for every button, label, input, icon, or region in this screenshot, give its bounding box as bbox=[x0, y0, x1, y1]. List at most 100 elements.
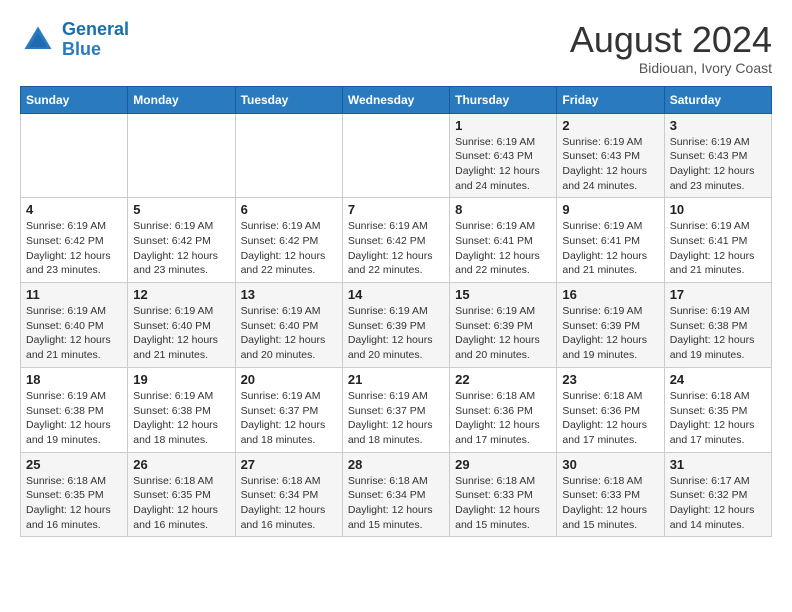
logo: General Blue bbox=[20, 20, 129, 60]
calendar-cell: 28 Sunrise: 6:18 AMSunset: 6:34 PMDayligh… bbox=[342, 452, 449, 537]
day-info: Sunrise: 6:18 AMSunset: 6:35 PMDaylight:… bbox=[26, 474, 122, 533]
header-row: SundayMondayTuesdayWednesdayThursdayFrid… bbox=[21, 86, 772, 113]
calendar-cell bbox=[342, 113, 449, 198]
day-number: 16 bbox=[562, 287, 658, 302]
month-title: August 2024 bbox=[570, 20, 772, 60]
day-number: 9 bbox=[562, 202, 658, 217]
header-day-thursday: Thursday bbox=[450, 86, 557, 113]
day-number: 4 bbox=[26, 202, 122, 217]
calendar-cell: 21 Sunrise: 6:19 AMSunset: 6:37 PMDayligh… bbox=[342, 367, 449, 452]
day-number: 18 bbox=[26, 372, 122, 387]
week-row-2: 11 Sunrise: 6:19 AMSunset: 6:40 PMDayligh… bbox=[21, 283, 772, 368]
calendar-cell: 12 Sunrise: 6:19 AMSunset: 6:40 PMDayligh… bbox=[128, 283, 235, 368]
calendar-cell: 6Sunrise: 6:19 AMSunset: 6:42 PMDaylight… bbox=[235, 198, 342, 283]
day-number: 20 bbox=[241, 372, 337, 387]
day-info: Sunrise: 6:18 AMSunset: 6:36 PMDaylight:… bbox=[455, 389, 551, 448]
day-info: Sunrise: 6:19 AMSunset: 6:37 PMDaylight:… bbox=[348, 389, 444, 448]
day-info: Sunrise: 6:19 AMSunset: 6:40 PMDaylight:… bbox=[241, 304, 337, 363]
day-info: Sunrise: 6:19 AMSunset: 6:40 PMDaylight:… bbox=[133, 304, 229, 363]
header-day-saturday: Saturday bbox=[664, 86, 771, 113]
calendar-table: SundayMondayTuesdayWednesdayThursdayFrid… bbox=[20, 86, 772, 538]
calendar-cell: 11 Sunrise: 6:19 AMSunset: 6:40 PMDayligh… bbox=[21, 283, 128, 368]
location-subtitle: Bidiouan, Ivory Coast bbox=[570, 60, 772, 76]
calendar-cell: 26 Sunrise: 6:18 AMSunset: 6:35 PMDayligh… bbox=[128, 452, 235, 537]
day-number: 21 bbox=[348, 372, 444, 387]
title-block: August 2024 Bidiouan, Ivory Coast bbox=[570, 20, 772, 76]
calendar-cell: 20 Sunrise: 6:19 AMSunset: 6:37 PMDayligh… bbox=[235, 367, 342, 452]
calendar-cell: 16 Sunrise: 6:19 AMSunset: 6:39 PMDayligh… bbox=[557, 283, 664, 368]
day-number: 24 bbox=[670, 372, 766, 387]
calendar-cell: 3 Sunrise: 6:19 AMSunset: 6:43 PMDaylight… bbox=[664, 113, 771, 198]
day-info: Sunrise: 6:19 AMSunset: 6:43 PMDaylight:… bbox=[670, 135, 766, 194]
day-number: 12 bbox=[133, 287, 229, 302]
calendar-cell bbox=[21, 113, 128, 198]
calendar-cell: 14 Sunrise: 6:19 AMSunset: 6:39 PMDayligh… bbox=[342, 283, 449, 368]
day-info: Sunrise: 6:18 AMSunset: 6:33 PMDaylight:… bbox=[562, 474, 658, 533]
day-info: Sunrise: 6:18 AMSunset: 6:34 PMDaylight:… bbox=[241, 474, 337, 533]
day-info: Sunrise: 6:19 AMSunset: 6:42 PMDaylight:… bbox=[348, 219, 444, 278]
page-header: General Blue August 2024 Bidiouan, Ivory… bbox=[20, 20, 772, 76]
logo-icon bbox=[20, 22, 56, 58]
week-row-4: 25Sunrise: 6:18 AMSunset: 6:35 PMDayligh… bbox=[21, 452, 772, 537]
day-number: 8 bbox=[455, 202, 551, 217]
logo-line2: Blue bbox=[62, 39, 101, 59]
day-number: 29 bbox=[455, 457, 551, 472]
day-number: 26 bbox=[133, 457, 229, 472]
calendar-cell: 18 Sunrise: 6:19 AMSunset: 6:38 PMDayligh… bbox=[21, 367, 128, 452]
day-info: Sunrise: 6:19 AMSunset: 6:43 PMDaylight:… bbox=[455, 135, 551, 194]
day-number: 2 bbox=[562, 118, 658, 133]
day-number: 28 bbox=[348, 457, 444, 472]
calendar-body: 1 Sunrise: 6:19 AMSunset: 6:43 PMDaylight… bbox=[21, 113, 772, 537]
day-number: 11 bbox=[26, 287, 122, 302]
calendar-cell: 30Sunrise: 6:18 AMSunset: 6:33 PMDayligh… bbox=[557, 452, 664, 537]
logo-text: General Blue bbox=[62, 20, 129, 60]
day-number: 31 bbox=[670, 457, 766, 472]
day-info: Sunrise: 6:19 AMSunset: 6:42 PMDaylight:… bbox=[26, 219, 122, 278]
header-day-monday: Monday bbox=[128, 86, 235, 113]
calendar-cell: 10 Sunrise: 6:19 AMSunset: 6:41 PMDayligh… bbox=[664, 198, 771, 283]
calendar-cell: 23 Sunrise: 6:18 AMSunset: 6:36 PMDayligh… bbox=[557, 367, 664, 452]
calendar-cell: 9Sunrise: 6:19 AMSunset: 6:41 PMDaylight… bbox=[557, 198, 664, 283]
day-number: 1 bbox=[455, 118, 551, 133]
header-day-friday: Friday bbox=[557, 86, 664, 113]
day-number: 6 bbox=[241, 202, 337, 217]
day-number: 3 bbox=[670, 118, 766, 133]
day-info: Sunrise: 6:19 AMSunset: 6:41 PMDaylight:… bbox=[670, 219, 766, 278]
calendar-cell: 29Sunrise: 6:18 AMSunset: 6:33 PMDayligh… bbox=[450, 452, 557, 537]
day-info: Sunrise: 6:19 AMSunset: 6:40 PMDaylight:… bbox=[26, 304, 122, 363]
calendar-cell: 22 Sunrise: 6:18 AMSunset: 6:36 PMDayligh… bbox=[450, 367, 557, 452]
day-number: 5 bbox=[133, 202, 229, 217]
day-number: 23 bbox=[562, 372, 658, 387]
day-info: Sunrise: 6:19 AMSunset: 6:39 PMDaylight:… bbox=[348, 304, 444, 363]
calendar-cell: 1 Sunrise: 6:19 AMSunset: 6:43 PMDaylight… bbox=[450, 113, 557, 198]
day-info: Sunrise: 6:18 AMSunset: 6:36 PMDaylight:… bbox=[562, 389, 658, 448]
day-info: Sunrise: 6:19 AMSunset: 6:38 PMDaylight:… bbox=[133, 389, 229, 448]
day-info: Sunrise: 6:19 AMSunset: 6:38 PMDaylight:… bbox=[670, 304, 766, 363]
day-info: Sunrise: 6:19 AMSunset: 6:37 PMDaylight:… bbox=[241, 389, 337, 448]
week-row-3: 18 Sunrise: 6:19 AMSunset: 6:38 PMDayligh… bbox=[21, 367, 772, 452]
calendar-cell: 24 Sunrise: 6:18 AMSunset: 6:35 PMDayligh… bbox=[664, 367, 771, 452]
day-info: Sunrise: 6:18 AMSunset: 6:35 PMDaylight:… bbox=[133, 474, 229, 533]
calendar-cell: 15Sunrise: 6:19 AMSunset: 6:39 PMDayligh… bbox=[450, 283, 557, 368]
day-info: Sunrise: 6:18 AMSunset: 6:34 PMDaylight:… bbox=[348, 474, 444, 533]
day-info: Sunrise: 6:19 AMSunset: 6:38 PMDaylight:… bbox=[26, 389, 122, 448]
calendar-cell: 8Sunrise: 6:19 AMSunset: 6:41 PMDaylight… bbox=[450, 198, 557, 283]
header-day-wednesday: Wednesday bbox=[342, 86, 449, 113]
day-info: Sunrise: 6:19 AMSunset: 6:39 PMDaylight:… bbox=[562, 304, 658, 363]
header-day-sunday: Sunday bbox=[21, 86, 128, 113]
day-number: 15 bbox=[455, 287, 551, 302]
day-number: 14 bbox=[348, 287, 444, 302]
calendar-header: SundayMondayTuesdayWednesdayThursdayFrid… bbox=[21, 86, 772, 113]
header-day-tuesday: Tuesday bbox=[235, 86, 342, 113]
calendar-cell: 27Sunrise: 6:18 AMSunset: 6:34 PMDayligh… bbox=[235, 452, 342, 537]
day-number: 22 bbox=[455, 372, 551, 387]
day-number: 10 bbox=[670, 202, 766, 217]
calendar-cell: 25Sunrise: 6:18 AMSunset: 6:35 PMDayligh… bbox=[21, 452, 128, 537]
calendar-cell bbox=[235, 113, 342, 198]
calendar-cell: 13Sunrise: 6:19 AMSunset: 6:40 PMDayligh… bbox=[235, 283, 342, 368]
calendar-cell: 5Sunrise: 6:19 AMSunset: 6:42 PMDaylight… bbox=[128, 198, 235, 283]
day-number: 19 bbox=[133, 372, 229, 387]
calendar-cell: 2Sunrise: 6:19 AMSunset: 6:43 PMDaylight… bbox=[557, 113, 664, 198]
day-number: 7 bbox=[348, 202, 444, 217]
day-info: Sunrise: 6:18 AMSunset: 6:35 PMDaylight:… bbox=[670, 389, 766, 448]
